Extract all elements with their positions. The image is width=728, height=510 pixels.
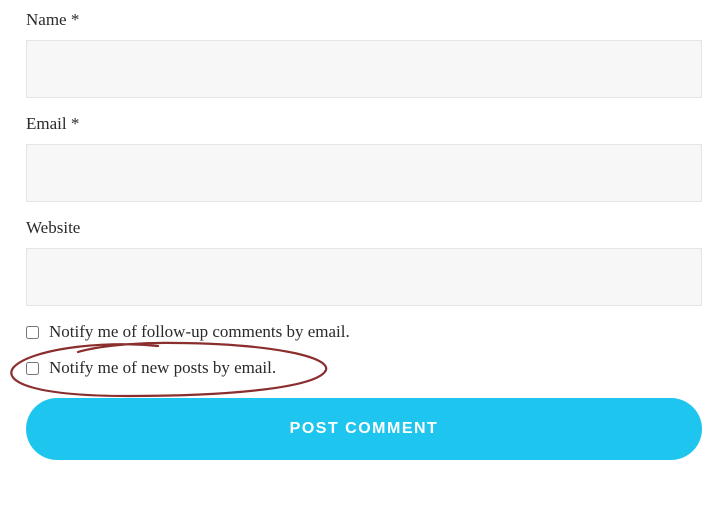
followup-checkbox-group: Notify me of follow-up comments by email… [26,322,702,342]
website-label: Website [26,218,702,238]
website-field-group: Website [26,218,702,306]
comment-form: Name * Email * Website Notify me of foll… [26,10,702,460]
name-label: Name * [26,10,702,30]
newposts-checkbox-label: Notify me of new posts by email. [49,358,276,377]
email-field-group: Email * [26,114,702,202]
name-input[interactable] [26,40,702,98]
email-label: Email * [26,114,702,134]
followup-checkbox-label: Notify me of follow-up comments by email… [49,322,350,341]
newposts-checkbox[interactable] [26,362,39,375]
newposts-checkbox-group: Notify me of new posts by email. [26,358,702,378]
post-comment-button[interactable]: POST COMMENT [26,398,702,460]
followup-checkbox[interactable] [26,326,39,339]
email-input[interactable] [26,144,702,202]
name-field-group: Name * [26,10,702,98]
website-input[interactable] [26,248,702,306]
